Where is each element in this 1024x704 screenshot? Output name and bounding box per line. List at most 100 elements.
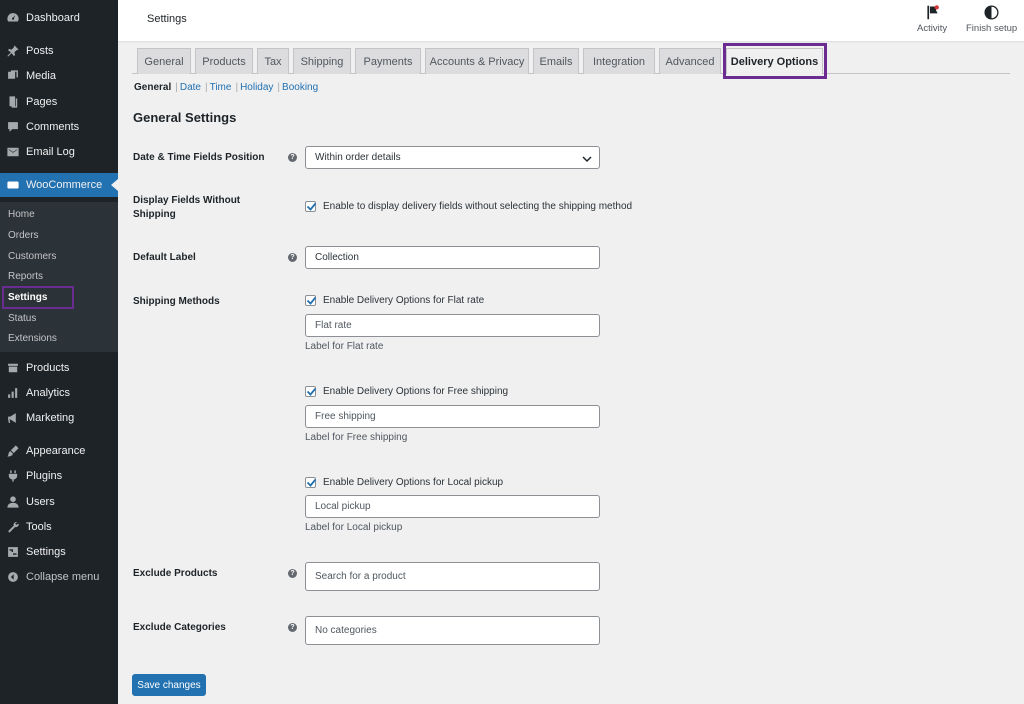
sidebar-item-posts[interactable]: Posts [0, 39, 118, 63]
activity-label: Activity [917, 23, 948, 34]
tab-shipping[interactable]: Shipping [293, 48, 351, 74]
plugin-icon [0, 469, 26, 483]
default-label-input[interactable]: Collection [305, 246, 600, 269]
collapse-icon [0, 570, 26, 584]
help-icon[interactable]: ? [288, 153, 297, 162]
sidebar-item-label: Dashboard [26, 12, 80, 24]
sidebar-item-dashboard[interactable]: Dashboard [0, 6, 118, 30]
dashboard-icon [0, 11, 26, 25]
tab-emails[interactable]: Emails [533, 48, 579, 74]
section-subnav: General | Date | Time | Holiday | Booking [134, 82, 319, 93]
submenu-item-home[interactable]: Home [0, 204, 118, 224]
comment-icon [0, 120, 26, 134]
half-circle-progress-icon [984, 5, 999, 20]
sidebar-item-users[interactable]: Users [0, 490, 118, 514]
activity-button[interactable]: Activity [917, 4, 947, 34]
woocommerce-icon [0, 178, 26, 192]
sidebar-item-label: Appearance [26, 445, 86, 457]
subnav-general[interactable]: General [134, 82, 171, 93]
help-icon[interactable]: ? [288, 623, 297, 632]
subnav-time[interactable]: Time [210, 82, 232, 93]
submenu-item-customers[interactable]: Customers [0, 246, 118, 266]
tab-integration[interactable]: Integration [583, 48, 655, 74]
sidebar-item-comments[interactable]: Comments [0, 115, 118, 139]
delivery-options-highlight-box [723, 43, 827, 79]
sidebar-item-email-log[interactable]: Email Log [0, 140, 118, 164]
sidebar-item-products[interactable]: Products [0, 356, 118, 380]
products-icon [0, 361, 26, 375]
free-shipping-checkbox[interactable] [305, 386, 317, 397]
sidebar-item-plugins[interactable]: Plugins [0, 464, 118, 488]
sidebar-item-appearance[interactable]: Appearance [0, 439, 118, 463]
subnav-holiday[interactable]: Holiday [240, 82, 273, 93]
sidebar-item-media[interactable]: Media [0, 64, 118, 88]
default-label-label: Default Label [133, 252, 196, 263]
sidebar-item-pages[interactable]: Pages [0, 90, 118, 114]
subnav-date[interactable]: Date [180, 82, 201, 93]
free-shipping-enable-row: Enable Delivery Options for Free shippin… [305, 386, 508, 397]
submenu-item-orders[interactable]: Orders [0, 225, 118, 245]
flat-rate-enable-row: Enable Delivery Options for Flat rate [305, 295, 484, 306]
finish-setup-button[interactable]: Finish setup [966, 4, 1017, 34]
sidebar-item-tools[interactable]: Tools [0, 515, 118, 539]
media-icon [0, 69, 26, 83]
default-label-value: Collection [315, 252, 359, 263]
position-select-value: Within order details [315, 152, 401, 163]
subnav-booking[interactable]: Booking [282, 82, 318, 93]
exclude-products-input[interactable]: Search for a product [305, 562, 600, 591]
tab-products[interactable]: Products [195, 48, 253, 74]
display-without-shipping-checkbox[interactable] [305, 201, 317, 212]
local-pickup-checkbox-text: Enable Delivery Options for Local pickup [323, 477, 504, 488]
chevron-down-icon [582, 156, 592, 163]
sidebar-item-label: Users [26, 496, 55, 508]
exclude-products-placeholder: Search for a product [315, 571, 406, 582]
settings-icon [0, 545, 26, 559]
submenu-item-extensions[interactable]: Extensions [0, 328, 118, 348]
help-icon[interactable]: ? [288, 253, 297, 262]
flat-rate-checkbox-text: Enable Delivery Options for Flat rate [323, 295, 485, 306]
flat-rate-label-input[interactable]: Flat rate [305, 314, 600, 337]
sidebar-item-collapse-menu[interactable]: Collapse menu [0, 565, 118, 589]
finish-setup-label: Finish setup [966, 23, 1018, 34]
submenu-item-status[interactable]: Status [0, 308, 118, 328]
user-icon [0, 495, 26, 509]
local-pickup-enable-row: Enable Delivery Options for Local pickup [305, 477, 503, 488]
sidebar-item-label: WooCommerce [26, 179, 103, 191]
help-icon[interactable]: ? [288, 569, 297, 578]
display-without-shipping-text: Enable to display delivery fields withou… [323, 201, 633, 212]
position-label: Date & Time Fields Position [133, 152, 265, 163]
sidebar-item-label: Plugins [26, 470, 63, 482]
sidebar-item-analytics[interactable]: Analytics [0, 381, 118, 405]
sidebar-item-label: Email Log [26, 146, 75, 158]
sidebar-item-label: Collapse menu [26, 571, 100, 583]
tab-tax[interactable]: Tax [257, 48, 289, 74]
tab-general[interactable]: General [137, 48, 191, 74]
sidebar-item-label: Posts [26, 45, 54, 57]
tab-accounts-privacy[interactable]: Accounts & Privacy [425, 48, 529, 74]
tab-advanced[interactable]: Advanced [659, 48, 721, 74]
flat-rate-checkbox[interactable] [305, 295, 317, 306]
sidebar-item-label: Settings [26, 546, 66, 558]
woocommerce-submenu: Home Orders Customers Reports Settings S… [0, 202, 118, 352]
checkmark-icon [306, 387, 317, 396]
local-pickup-label-input[interactable]: Local pickup [305, 495, 600, 518]
sidebar-item-label: Pages [26, 96, 58, 108]
wrench-icon [0, 520, 26, 534]
flag-icon [926, 5, 939, 20]
sidebar-item-label: Products [26, 362, 70, 374]
settings-highlight-box [2, 286, 74, 309]
sidebar-item-label: Comments [26, 121, 80, 133]
checkmark-icon [306, 478, 317, 487]
sidebar-item-marketing[interactable]: Marketing [0, 406, 118, 430]
tab-payments[interactable]: Payments [355, 48, 421, 74]
local-pickup-label-value: Local pickup [315, 501, 371, 512]
sidebar-item-woocommerce[interactable]: WooCommerce [0, 173, 118, 197]
local-pickup-checkbox[interactable] [305, 477, 317, 488]
save-changes-button[interactable]: Save changes [132, 674, 206, 696]
submenu-item-reports[interactable]: Reports [0, 266, 118, 286]
sidebar-item-settings[interactable]: Settings [0, 540, 118, 564]
exclude-categories-input[interactable]: No categories [305, 616, 600, 645]
free-shipping-label-input[interactable]: Free shipping [305, 405, 600, 428]
position-select[interactable]: Within order details [305, 146, 600, 169]
display-without-shipping-row: Enable to display delivery fields withou… [305, 201, 632, 212]
